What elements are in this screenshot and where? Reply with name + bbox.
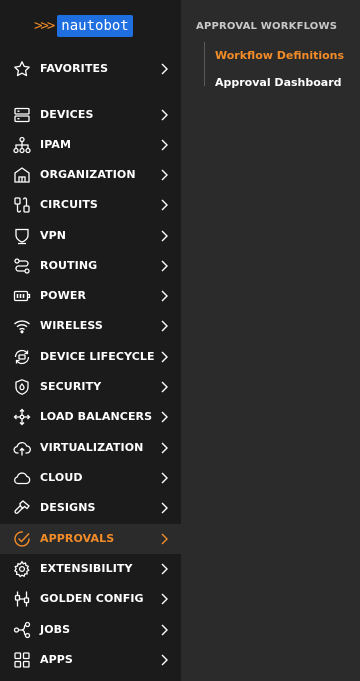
- chevron-right-icon: [158, 167, 170, 183]
- sidebar-item-label: FAVORITES: [40, 62, 109, 75]
- circuit-icon: [13, 196, 31, 214]
- sidebar-item-label: IPAM: [40, 138, 72, 151]
- load-balancer-icon: [13, 408, 31, 426]
- chevron-right-icon: [158, 137, 170, 153]
- logo[interactable]: >>> nautobot: [34, 15, 133, 37]
- sidebar-item-security[interactable]: SECURITY: [0, 372, 181, 402]
- wifi-icon: [13, 317, 31, 335]
- submenu-title: APPROVAL WORKFLOWS: [196, 21, 338, 32]
- chevron-right-icon: [158, 409, 170, 425]
- sidebar-item-label: DESIGNS: [40, 501, 96, 514]
- star-icon: [13, 60, 31, 78]
- chevron-right-icon: [158, 561, 170, 577]
- approval-dashboard-link[interactable]: Approval Dashboard: [215, 76, 342, 89]
- sidebar-item-label: LOAD BALANCERS: [40, 410, 153, 423]
- sidebar-item-organization[interactable]: ORGANIZATION: [0, 160, 181, 190]
- chevron-right-icon: [158, 61, 170, 77]
- chevron-right-icon: [158, 318, 170, 334]
- sidebar-item-routing[interactable]: ROUTING: [0, 251, 181, 281]
- sidebar-item-label: ROUTING: [40, 259, 98, 272]
- sidebar-item-approvals[interactable]: APPROVALS: [0, 524, 181, 554]
- sidebar-item-favorites[interactable]: FAVORITES: [0, 54, 181, 84]
- jobs-icon: [13, 621, 31, 639]
- sidebar-item-load-balancers[interactable]: LOAD BALANCERS: [0, 402, 181, 432]
- sidebar-item-label: VPN: [40, 229, 67, 242]
- chevron-right-icon: [158, 379, 170, 395]
- sidebar-item-label: POWER: [40, 289, 87, 302]
- battery-icon: [13, 287, 31, 305]
- server-icon: [13, 106, 31, 124]
- sidebar-item-label: APPS: [40, 653, 73, 666]
- sidebar-item-label: ORGANIZATION: [40, 168, 136, 181]
- sidebar-item-extensibility[interactable]: EXTENSIBILITY: [0, 554, 181, 584]
- building-icon: [13, 166, 31, 184]
- sidebar-item-power[interactable]: POWER: [0, 281, 181, 311]
- chevron-right-icon: [158, 591, 170, 607]
- sidebar-item-device-lifecycle[interactable]: DEVICE LIFECYCLE: [0, 342, 181, 372]
- sidebar-item-virtualization[interactable]: VIRTUALIZATION: [0, 433, 181, 463]
- chevron-right-icon: [158, 107, 170, 123]
- sidebar-item-label: JOBS: [40, 623, 71, 636]
- logo-text: nautobot: [57, 15, 133, 37]
- chevron-right-icon: [158, 228, 170, 244]
- sidebar-item-circuits[interactable]: CIRCUITS: [0, 190, 181, 220]
- hammer-icon: [13, 499, 31, 517]
- sidebar-item-designs[interactable]: DESIGNS: [0, 493, 181, 523]
- workflow-definitions-link[interactable]: Workflow Definitions: [215, 49, 344, 62]
- sidebar-item-label: CIRCUITS: [40, 198, 98, 211]
- sidebar-item-jobs[interactable]: JOBS: [0, 615, 181, 645]
- chevron-right-icon: [158, 349, 170, 365]
- sidebar-item-label: CLOUD: [40, 471, 83, 484]
- approvals-submenu: APPROVAL WORKFLOWS Workflow Definitions …: [181, 0, 360, 681]
- sidebar-item-golden-config[interactable]: GOLDEN CONFIG: [0, 584, 181, 614]
- sidebar-item-label: EXTENSIBILITY: [40, 562, 133, 575]
- sidebar-item-devices[interactable]: DEVICES: [0, 100, 181, 130]
- check-circle-icon: [13, 530, 31, 548]
- sidebar-item-label: SECURITY: [40, 380, 102, 393]
- chevron-right-icon: [158, 258, 170, 274]
- sidebar-item-ipam[interactable]: IPAM: [0, 130, 181, 160]
- sidebar-item-label: DEVICES: [40, 108, 94, 121]
- logo-chevrons: >>>: [34, 18, 55, 34]
- sidebar-item-label: GOLDEN CONFIG: [40, 592, 144, 605]
- sidebar-item-vpn[interactable]: VPN: [0, 221, 181, 251]
- chevron-right-icon: [158, 652, 170, 668]
- network-tree-icon: [13, 136, 31, 154]
- sidebar-item-label: WIRELESS: [40, 319, 103, 332]
- security-shield-icon: [13, 378, 31, 396]
- lifecycle-icon: [13, 348, 31, 366]
- sidebar-item-label: DEVICE LIFECYCLE: [40, 350, 155, 363]
- chevron-right-icon: [158, 500, 170, 516]
- chevron-right-icon: [158, 470, 170, 486]
- chevron-right-icon: [158, 440, 170, 456]
- gear-icon: [13, 560, 31, 578]
- chevron-right-icon: [158, 531, 170, 547]
- sidebar-item-cloud[interactable]: CLOUD: [0, 463, 181, 493]
- cloud-icon: [13, 469, 31, 487]
- shield-icon: [13, 227, 31, 245]
- route-icon: [13, 257, 31, 275]
- chevron-right-icon: [158, 622, 170, 638]
- sidebar-item-label: APPROVALS: [40, 532, 115, 545]
- sidebar-item-label: VIRTUALIZATION: [40, 441, 144, 454]
- chevron-right-icon: [158, 288, 170, 304]
- sidebar-item-apps[interactable]: APPS: [0, 645, 181, 675]
- chevron-right-icon: [158, 197, 170, 213]
- sidebar: >>> nautobot FAVORITES DEVICES IPAM ORGA…: [0, 0, 181, 681]
- apps-grid-icon: [13, 651, 31, 669]
- sliders-icon: [13, 590, 31, 608]
- cloud-upload-icon: [13, 439, 31, 457]
- sidebar-item-wireless[interactable]: WIRELESS: [0, 311, 181, 341]
- submenu-divider: [204, 42, 205, 86]
